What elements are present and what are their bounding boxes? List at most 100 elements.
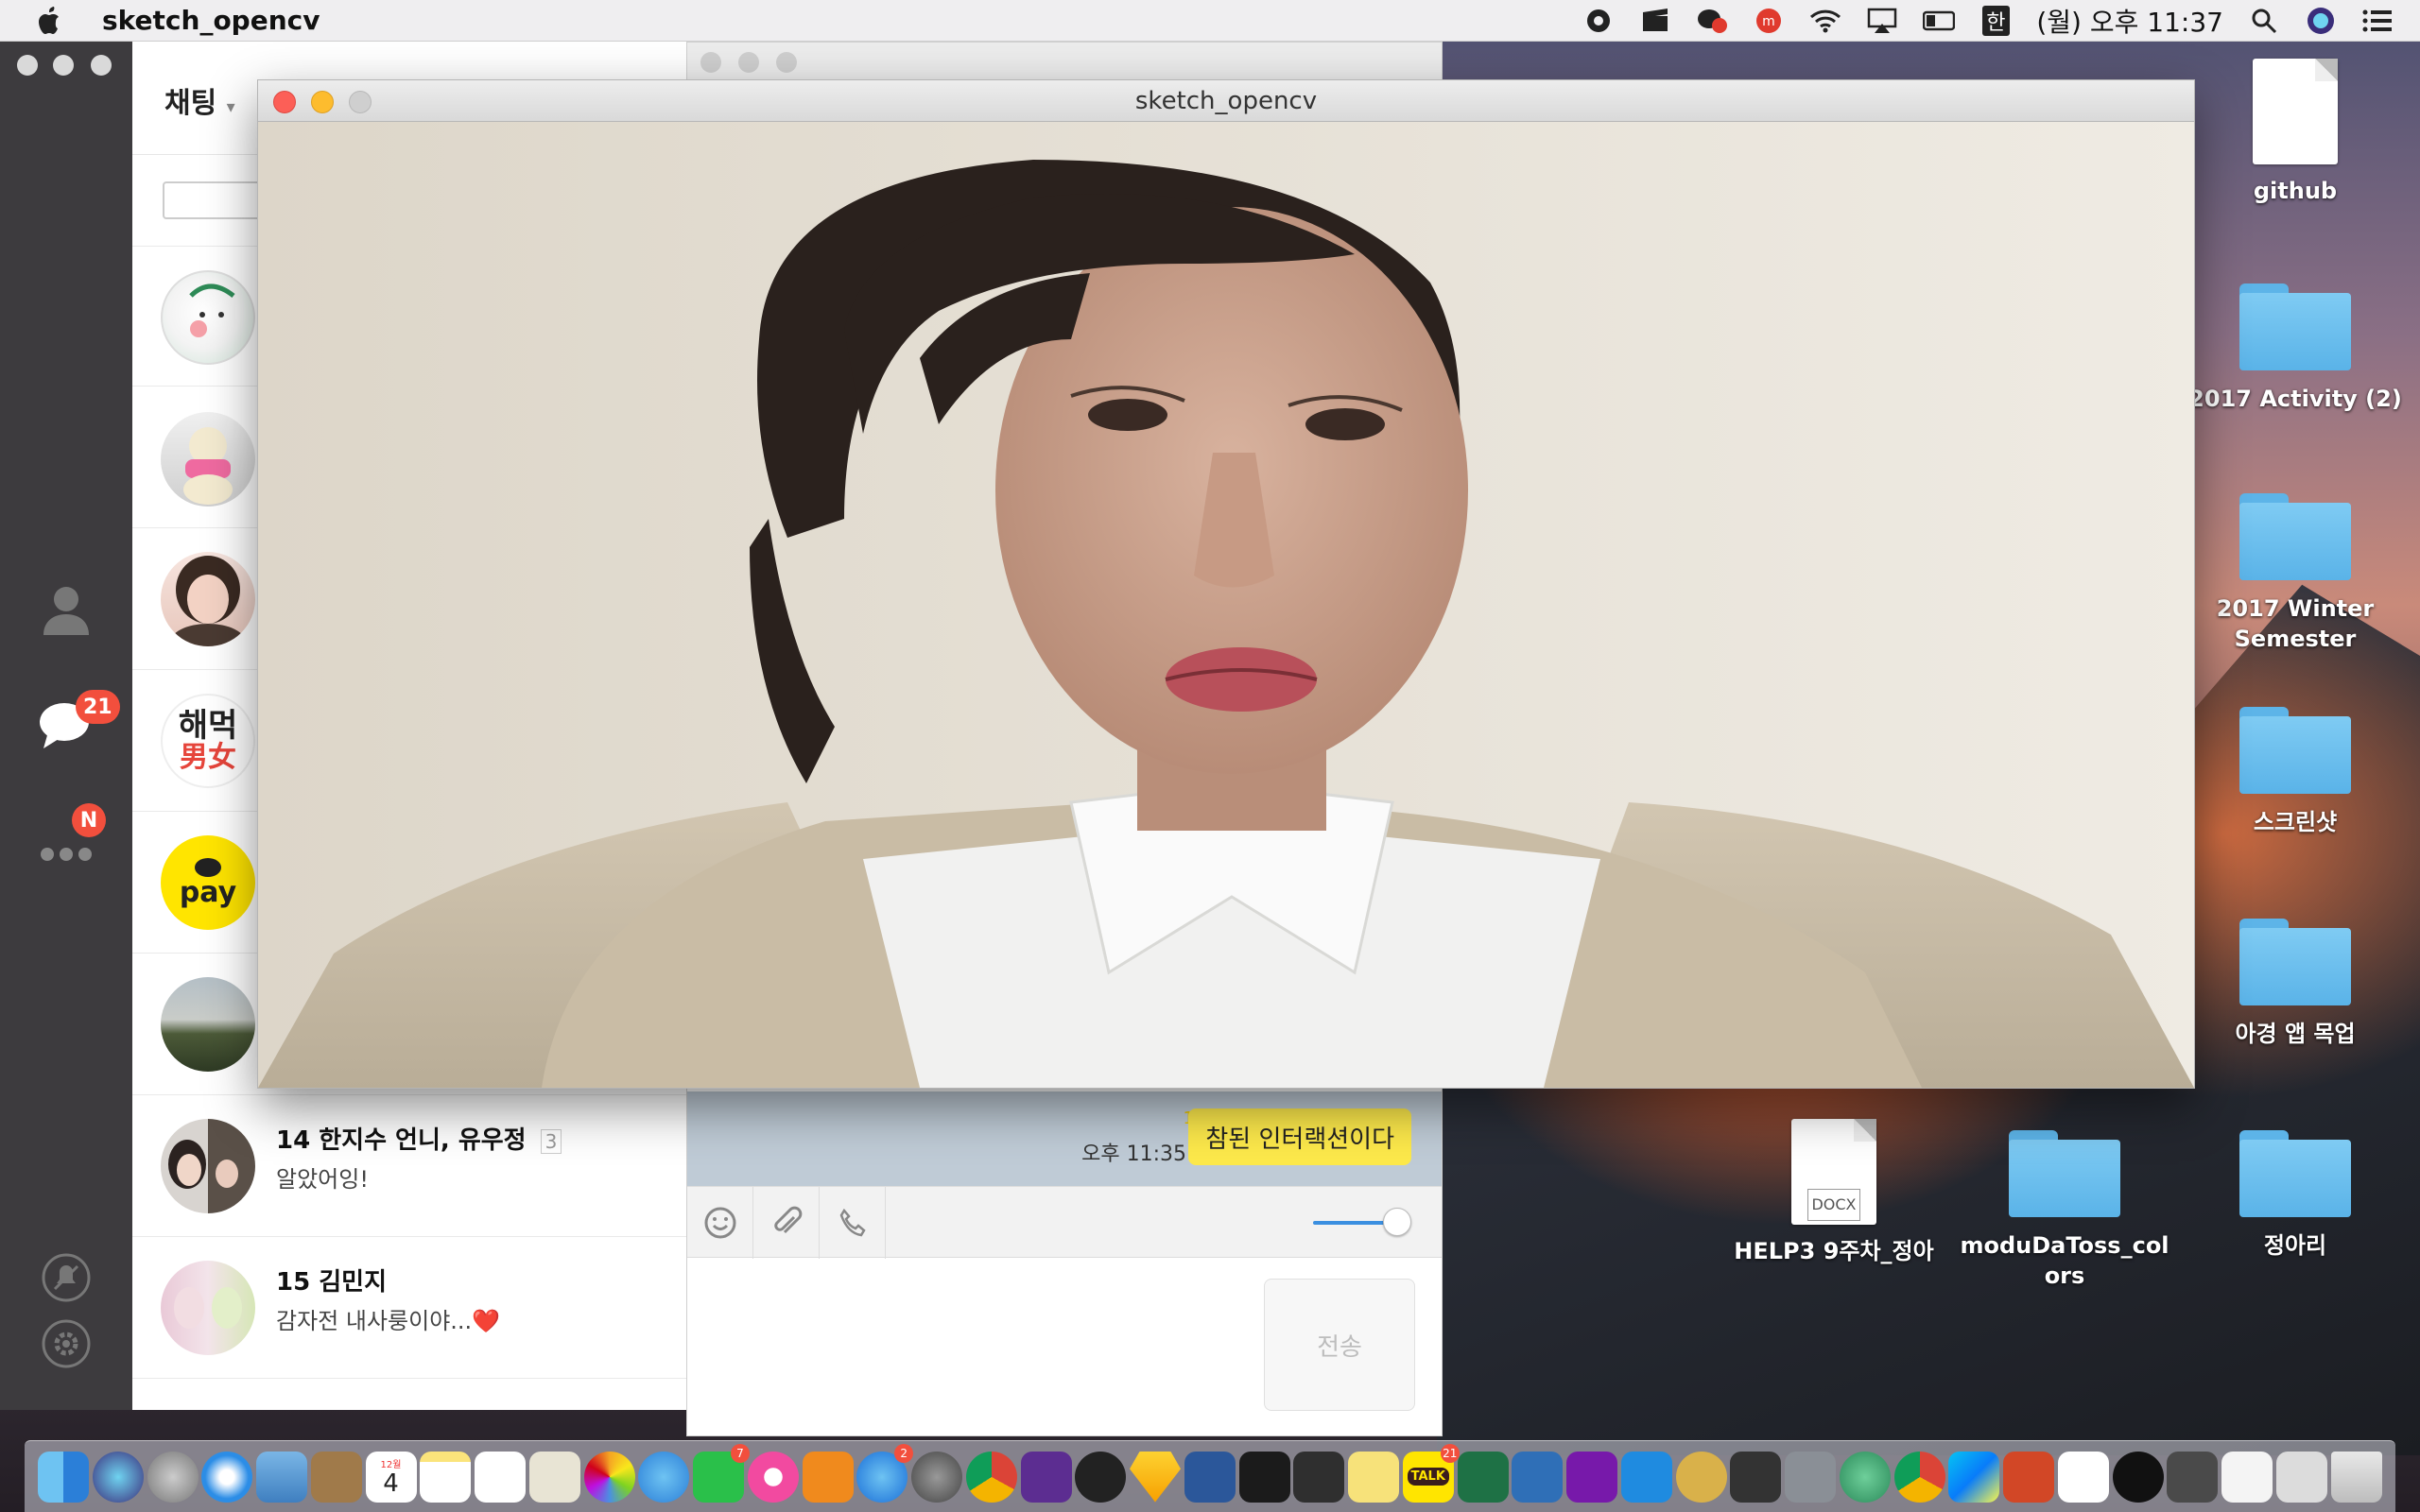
chrome-canary-icon[interactable] xyxy=(1893,1451,1945,1503)
chrome-icon[interactable] xyxy=(965,1451,1017,1503)
calendar-icon[interactable]: 12월 4 xyxy=(365,1451,417,1503)
avatar[interactable]: 해먹 男女 xyxy=(161,694,255,788)
battery-icon[interactable] xyxy=(1923,7,1956,35)
ibooks-icon[interactable] xyxy=(802,1451,854,1503)
phone-icon[interactable] xyxy=(820,1187,886,1259)
mendeley-icon[interactable]: m xyxy=(1753,7,1785,35)
settings-gear-icon[interactable] xyxy=(38,1315,95,1372)
sequel-pro-icon[interactable] xyxy=(1675,1451,1727,1503)
avatar[interactable] xyxy=(161,552,255,646)
textedit-icon[interactable] xyxy=(2221,1451,2273,1503)
chat-last-message: 알았어잉! xyxy=(276,1166,369,1193)
chats-tab-icon[interactable]: 21 xyxy=(38,690,120,752)
airplay-icon[interactable] xyxy=(1866,7,1898,35)
chat-list-title[interactable]: 채팅 ▾ xyxy=(164,79,235,121)
send-button[interactable]: 전송 xyxy=(1264,1279,1415,1411)
stickies-icon[interactable] xyxy=(1348,1451,1399,1503)
desktop-item-label: 정아리 xyxy=(2263,1232,2327,1259)
input-source-indicator[interactable]: 한 xyxy=(1979,6,2012,36)
menubar-clock[interactable]: (월) 오후 11:37 xyxy=(2036,2,2223,40)
visual-studio-code-icon[interactable] xyxy=(1020,1451,1072,1503)
excel-icon[interactable] xyxy=(1457,1451,1509,1503)
photos-icon[interactable] xyxy=(583,1451,635,1503)
folder-stack-icon[interactable] xyxy=(2275,1451,2327,1503)
atom-icon[interactable] xyxy=(1839,1451,1891,1503)
wifi-icon[interactable] xyxy=(1809,7,1841,35)
filezilla-icon[interactable] xyxy=(1512,1451,1564,1503)
onenote-icon[interactable] xyxy=(1566,1451,1617,1503)
clapperboard-icon[interactable] xyxy=(1639,7,1671,35)
close-button[interactable] xyxy=(17,55,38,76)
desktop-item-jeongari[interactable]: 정아리 xyxy=(2172,1130,2418,1261)
photos-viewer-icon[interactable] xyxy=(528,1451,580,1503)
spotlight-search-icon[interactable] xyxy=(2248,7,2280,35)
processing-icon[interactable] xyxy=(1075,1451,1127,1503)
contacts-icon[interactable] xyxy=(310,1451,362,1503)
desktop-item-modudatoss-colors[interactable]: moduDaToss_colors xyxy=(1942,1130,2187,1291)
avatar[interactable] xyxy=(161,270,255,365)
friends-tab-icon[interactable] xyxy=(38,580,95,637)
word-icon[interactable] xyxy=(1184,1451,1236,1503)
onepage-icon[interactable] xyxy=(2057,1451,2109,1503)
message-time: 오후 11:35 xyxy=(1081,1143,1186,1166)
minimize-button[interactable] xyxy=(738,52,759,73)
xcode-icon[interactable] xyxy=(1620,1451,1672,1503)
app-store-icon[interactable]: 2 xyxy=(856,1443,914,1503)
finder-icon[interactable] xyxy=(38,1451,89,1503)
calendar-date: 4 xyxy=(383,1469,399,1498)
reminders-icon[interactable] xyxy=(475,1451,526,1503)
slider-knob[interactable] xyxy=(1383,1208,1411,1236)
attachment-icon[interactable] xyxy=(753,1187,820,1259)
terminal-icon[interactable] xyxy=(1238,1451,1290,1503)
mute-bell-icon[interactable] xyxy=(38,1249,95,1306)
notes-icon[interactable] xyxy=(420,1451,472,1503)
desktop-item-help3-docx[interactable]: DOCX HELP3 9주차_정아 xyxy=(1711,1119,1957,1266)
system-preferences-icon[interactable] xyxy=(911,1451,962,1503)
utilities-icon[interactable] xyxy=(1785,1451,1836,1503)
kakaotalk-status-icon[interactable] xyxy=(1696,7,1728,35)
launchpad-icon[interactable] xyxy=(147,1451,199,1503)
window-titlebar xyxy=(687,43,1442,80)
safari-icon[interactable] xyxy=(201,1451,253,1503)
zoom-button[interactable] xyxy=(91,55,112,76)
desktop-item-github[interactable]: github xyxy=(2172,59,2418,206)
quicktime-icon[interactable] xyxy=(2112,1451,2164,1503)
desktop-item-2017-activity[interactable]: 2017 Activity (2) xyxy=(2172,284,2418,414)
screenshots-icon[interactable] xyxy=(2167,1451,2219,1503)
chat-room-name: 14 한지수 언니, 유우정 3 xyxy=(276,1121,562,1156)
bracket-icon[interactable] xyxy=(1730,1451,1782,1503)
avatar[interactable] xyxy=(161,977,255,1072)
powerpoint-icon[interactable] xyxy=(2003,1451,2054,1503)
minimize-button[interactable] xyxy=(53,55,74,76)
folder-icon xyxy=(2239,1130,2351,1217)
close-button[interactable] xyxy=(700,52,721,73)
avatar[interactable] xyxy=(161,412,255,507)
sketch-icon[interactable] xyxy=(1130,1451,1181,1503)
notification-center-icon[interactable] xyxy=(2361,7,2394,35)
aperture-icon[interactable] xyxy=(1582,7,1615,35)
zoom-button[interactable] xyxy=(776,52,797,73)
activity-monitor-icon[interactable] xyxy=(1293,1451,1345,1503)
messages-icon[interactable] xyxy=(638,1451,690,1503)
emoticon-icon[interactable] xyxy=(687,1187,753,1259)
message-bubble[interactable]: 참된 인터랙션이다 xyxy=(1188,1108,1411,1165)
kakaotalk-sidebar: 21 N xyxy=(0,42,132,1410)
preview-icon[interactable] xyxy=(256,1451,307,1503)
more-tab-icon[interactable]: N xyxy=(38,803,106,883)
siri-icon[interactable] xyxy=(2305,7,2337,35)
webstorm-icon[interactable] xyxy=(1948,1451,2000,1503)
siri-icon[interactable] xyxy=(92,1451,144,1503)
kakaotalk-icon[interactable]: TALK 21 xyxy=(1402,1443,1460,1503)
trash-icon[interactable] xyxy=(2330,1451,2382,1503)
chat-room-name: 15 김민지 xyxy=(276,1268,387,1297)
desktop-item-screenshots[interactable]: 스크린샷 xyxy=(2172,707,2418,837)
kakao-dock-label: TALK xyxy=(1407,1468,1449,1486)
desktop-item-app-mockup[interactable]: 아경 앱 목업 xyxy=(2172,919,2418,1049)
kakaopay-avatar[interactable]: pay xyxy=(161,835,255,930)
facetime-icon[interactable]: 7 xyxy=(693,1443,750,1503)
apple-menu-icon[interactable] xyxy=(36,5,64,37)
active-app-name[interactable]: sketch_opencv xyxy=(102,5,320,36)
desktop-item-2017-winter-semester[interactable]: 2017 Winter Semester xyxy=(2172,493,2418,654)
chat-last-message: 감자전 내사룽이야...❤️ xyxy=(276,1308,501,1334)
itunes-icon[interactable] xyxy=(747,1451,799,1503)
